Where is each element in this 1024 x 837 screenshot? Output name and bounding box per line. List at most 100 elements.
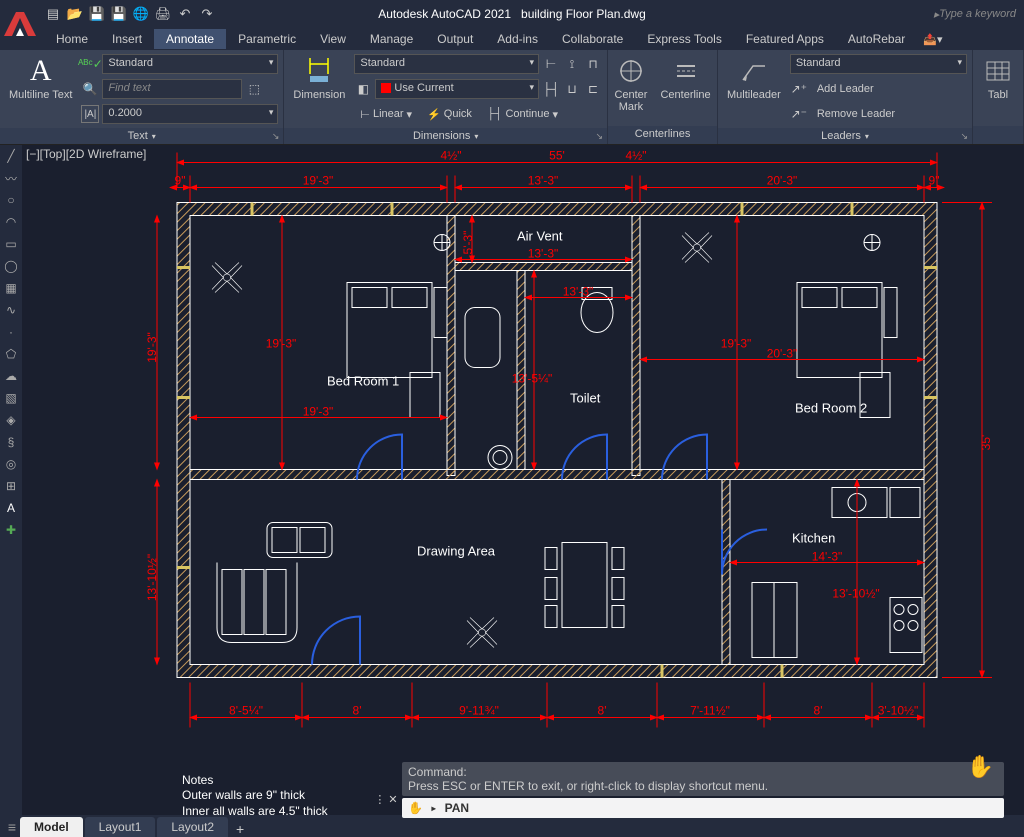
add-tool-icon[interactable]: ✚ xyxy=(0,519,22,541)
mtext-tool-icon[interactable]: A xyxy=(0,497,22,519)
tab-add-button[interactable]: + xyxy=(230,821,250,837)
dim-tool1-icon[interactable]: ⊢ xyxy=(542,55,560,73)
saveas-icon[interactable]: 💾 xyxy=(110,5,128,23)
region-tool-icon[interactable]: ⬠ xyxy=(0,343,22,365)
add-leader-icon[interactable]: ↗⁺ xyxy=(790,80,808,98)
search-box[interactable]: ▸ Type a keyword xyxy=(934,8,1016,21)
dim-tool5-icon[interactable]: ⊔ xyxy=(563,80,581,98)
svg-text:9'-11¾": 9'-11¾" xyxy=(459,704,499,718)
cloud-tool-icon[interactable]: ☁ xyxy=(0,365,22,387)
table-button[interactable]: Tabl xyxy=(978,53,1018,103)
svg-text:3'-10½": 3'-10½" xyxy=(878,704,919,718)
menu-addins[interactable]: Add-ins xyxy=(485,29,550,49)
cmdline-handle-icon[interactable]: ⋮ ✕ xyxy=(372,788,400,810)
use-current-dropdown[interactable]: Use Current xyxy=(375,79,539,99)
tab-layout1[interactable]: Layout1 xyxy=(85,817,156,837)
draw-toolbar: ╱ 〰 ○ ◠ ▭ ◯ ▦ ∿ · ⬠ ☁ ▧ ◈ § ◎ ⊞ A ✚ xyxy=(0,145,22,815)
pan-hand-icon: ✋ xyxy=(408,801,423,815)
continue-button[interactable]: ├┤ Continue ▾ xyxy=(481,106,564,123)
find-text-input[interactable]: Find text xyxy=(102,79,242,99)
ellipse-tool-icon[interactable]: ◯ xyxy=(0,255,22,277)
find-icon[interactable]: 🔍 xyxy=(81,80,99,98)
line-tool-icon[interactable]: ╱ xyxy=(0,145,22,167)
text-style-dropdown[interactable]: Standard xyxy=(102,54,278,74)
rect-tool-icon[interactable]: ▭ xyxy=(0,233,22,255)
dimension-button[interactable]: Dimension xyxy=(289,53,349,103)
menu-insert[interactable]: Insert xyxy=(100,29,154,49)
new-icon[interactable]: ▤ xyxy=(44,5,62,23)
add-leader-button[interactable]: Add Leader xyxy=(811,81,880,97)
text-panel-label[interactable]: Text▾↘ xyxy=(0,128,283,144)
svg-text:35': 35' xyxy=(979,435,993,451)
a-icon[interactable]: |A| xyxy=(81,105,99,123)
menu-express[interactable]: Express Tools xyxy=(635,29,733,49)
drawing-canvas[interactable]: [−][Top][2D Wireframe] xyxy=(22,145,1024,815)
layer-icon[interactable]: ◧ xyxy=(354,80,372,98)
expand-icon[interactable]: ⬚ xyxy=(245,80,263,98)
dim-style-dropdown[interactable]: Standard xyxy=(354,54,539,74)
workspace: ╱ 〰 ○ ◠ ▭ ◯ ▦ ∿ · ⬠ ☁ ▧ ◈ § ◎ ⊞ A ✚ [−][… xyxy=(0,145,1024,815)
open-icon[interactable]: 📂 xyxy=(66,5,84,23)
redo-icon[interactable]: ↷ xyxy=(198,5,216,23)
table-tool-icon[interactable]: ⊞ xyxy=(0,475,22,497)
svg-text:19'-3": 19'-3" xyxy=(303,174,334,188)
menu-home[interactable]: Home xyxy=(44,29,100,49)
menu-output[interactable]: Output xyxy=(425,29,485,49)
floor-plan-drawing: Bed Room 1 Bed Room 2 Toilet Air Vent Dr… xyxy=(22,145,1024,815)
undo-icon[interactable]: ↶ xyxy=(176,5,194,23)
leaders-panel-label[interactable]: Leaders▾↘ xyxy=(718,128,972,144)
share-icon[interactable]: 📤▾ xyxy=(923,33,942,46)
svg-text:Drawing Area: Drawing Area xyxy=(417,544,496,559)
donut-tool-icon[interactable]: ◎ xyxy=(0,453,22,475)
menu-annotate[interactable]: Annotate xyxy=(154,29,226,49)
command-line[interactable]: ⋮ ✕ Command: Press ESC or ENTER to exit,… xyxy=(402,762,1004,810)
spline-tool-icon[interactable]: ∿ xyxy=(0,299,22,321)
menu-bar: Home Insert Annotate Parametric View Man… xyxy=(0,28,1024,50)
text-height-dropdown[interactable]: 0.2000 xyxy=(102,104,278,124)
helix-tool-icon[interactable]: § xyxy=(0,431,22,453)
dim-tool6-icon[interactable]: ⊏ xyxy=(584,80,602,98)
svg-text:9": 9" xyxy=(175,174,186,188)
polyline-tool-icon[interactable]: 〰 xyxy=(0,167,22,189)
remove-leader-icon[interactable]: ↗⁻ xyxy=(790,105,808,123)
linear-button[interactable]: ⊢ Linear ▾ xyxy=(354,106,418,123)
autocad-logo-icon[interactable] xyxy=(2,8,38,44)
tab-layout2[interactable]: Layout2 xyxy=(157,817,228,837)
menu-autorebar[interactable]: AutoRebar xyxy=(836,29,917,49)
web-icon[interactable]: 🌐 xyxy=(132,5,150,23)
svg-text:13'-10½": 13'-10½" xyxy=(145,554,159,601)
multiline-text-button[interactable]: A Multiline Text xyxy=(5,53,76,103)
viewport-controls[interactable]: [−][Top][2D Wireframe] xyxy=(26,147,146,161)
svg-text:Air Vent: Air Vent xyxy=(517,229,563,244)
menu-manage[interactable]: Manage xyxy=(358,29,425,49)
check-icon[interactable]: ᴬᴮᶜ✓ xyxy=(81,55,99,73)
menu-view[interactable]: View xyxy=(308,29,358,49)
dim-tool3-icon[interactable]: ⊓ xyxy=(584,55,602,73)
dim-tool4-icon[interactable]: ├┤ xyxy=(542,80,560,98)
center-mark-button[interactable]: Center Mark xyxy=(610,53,651,115)
ribbon: A Multiline Text ᴬᴮᶜ✓ Standard 🔍 Find te… xyxy=(0,50,1024,145)
tabs-grip-icon[interactable]: ≡ xyxy=(4,817,20,837)
wipeout-tool-icon[interactable]: ▧ xyxy=(0,387,22,409)
circle-tool-icon[interactable]: ○ xyxy=(0,189,22,211)
tab-model[interactable]: Model xyxy=(20,817,83,837)
remove-leader-button[interactable]: Remove Leader xyxy=(811,106,901,122)
hatch-tool-icon[interactable]: ▦ xyxy=(0,277,22,299)
menu-featured[interactable]: Featured Apps xyxy=(734,29,836,49)
centerline-button[interactable]: Centerline xyxy=(656,53,714,103)
leader-style-dropdown[interactable]: Standard xyxy=(790,54,967,74)
svg-text:19'-3": 19'-3" xyxy=(266,337,297,351)
dim-tool2-icon[interactable]: ⟟ xyxy=(563,55,581,73)
svg-text:19'-3": 19'-3" xyxy=(145,332,159,363)
menu-collaborate[interactable]: Collaborate xyxy=(550,29,635,49)
save-icon[interactable]: 💾 xyxy=(88,5,106,23)
point-tool-icon[interactable]: · xyxy=(0,321,22,343)
quick-button[interactable]: ⚡ Quick xyxy=(421,106,478,123)
title-bar: ▤ 📂 💾 💾 🌐 🖨 ↶ ↷ Autodesk AutoCAD 2021 bu… xyxy=(0,0,1024,28)
multileader-button[interactable]: Multileader xyxy=(723,53,785,103)
3dtool-icon[interactable]: ◈ xyxy=(0,409,22,431)
plot-icon[interactable]: 🖨 xyxy=(154,5,172,23)
dimensions-panel-label[interactable]: Dimensions▾↘ xyxy=(284,128,607,144)
menu-parametric[interactable]: Parametric xyxy=(226,29,308,49)
arc-tool-icon[interactable]: ◠ xyxy=(0,211,22,233)
